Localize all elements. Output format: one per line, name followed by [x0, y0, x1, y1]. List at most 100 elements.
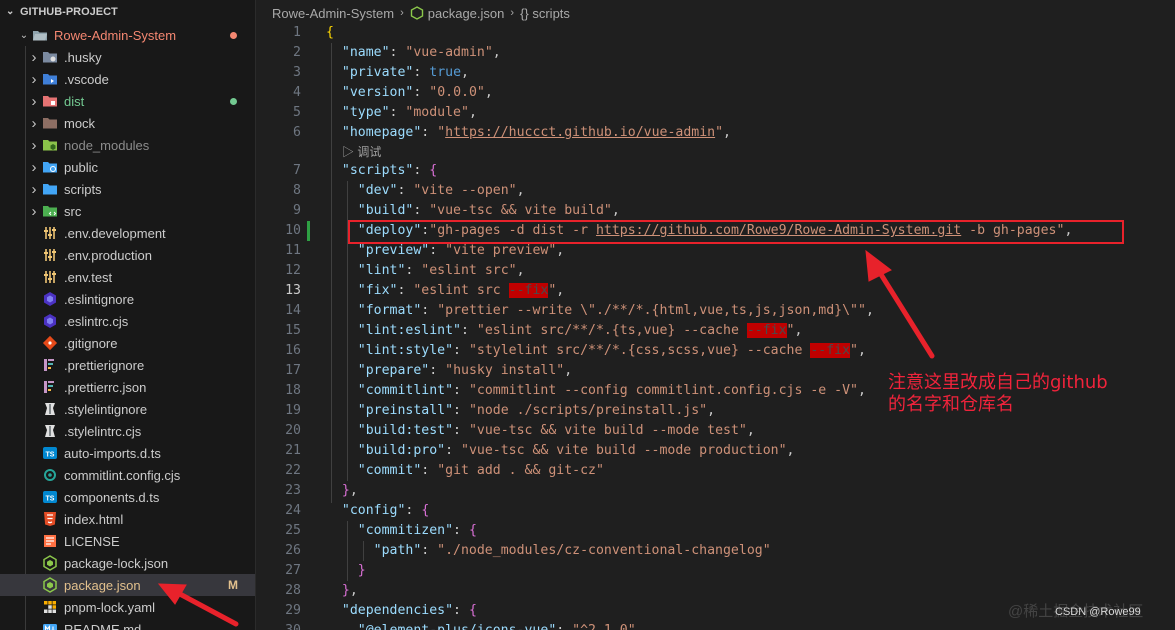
- public-folder-icon: [42, 159, 58, 175]
- tree-item-label: Rowe-Admin-System: [54, 27, 177, 43]
- line-number: 22: [285, 463, 301, 478]
- pnpm-icon: [42, 599, 58, 615]
- typescript-def-icon: TS: [42, 489, 58, 505]
- code-line[interactable]: 15 "lint:eslint": "eslint src/**/*.{ts,v…: [256, 321, 1175, 341]
- tree-item-file[interactable]: .env.development: [0, 222, 255, 244]
- code-editor[interactable]: 1{2 "name": "vue-admin", 3 "private": tru…: [256, 0, 1175, 630]
- code-line[interactable]: 9 "build": "vue-tsc && vite build",: [256, 201, 1175, 221]
- code-line[interactable]: 20 "build:test": "vue-tsc && vite build …: [256, 421, 1175, 441]
- line-number: 10: [285, 223, 301, 238]
- explorer-section-title: GITHUB-PROJECT: [20, 6, 118, 18]
- code-line[interactable]: 14 "format": "prettier --write \"./**/*.…: [256, 301, 1175, 321]
- tree-item-file[interactable]: README.md: [0, 618, 255, 630]
- code-line[interactable]: 6 "homepage": "https://huccct.github.io/…: [256, 123, 1175, 143]
- code-line[interactable]: 26 "path": "./node_modules/cz-convention…: [256, 541, 1175, 561]
- code-line[interactable]: 1{: [256, 23, 1175, 43]
- vscode-folder-icon: [42, 71, 58, 87]
- code-line[interactable]: 24 "config": {: [256, 501, 1175, 521]
- line-number: 28: [285, 583, 301, 598]
- tree-item-folder[interactable]: › public: [0, 156, 255, 178]
- file-tree: ⌄ Rowe-Admin-System › .husky › .vscode › dist › m…: [0, 24, 255, 630]
- line-number: 23: [285, 483, 301, 498]
- folder-open-icon: [32, 27, 48, 43]
- tree-item-label: pnpm-lock.yaml: [64, 599, 156, 615]
- tree-item-file[interactable]: TS components.d.ts: [0, 486, 255, 508]
- tree-item-folder[interactable]: › scripts: [0, 178, 255, 200]
- tree-item-file[interactable]: .prettierrc.json: [0, 376, 255, 398]
- tree-item-folder[interactable]: › dist: [0, 90, 255, 112]
- chevron-right-icon: ›: [31, 70, 37, 88]
- indent-guide: [363, 541, 364, 561]
- tree-item-label: index.html: [64, 511, 124, 527]
- code-line[interactable]: 2 "name": "vue-admin",: [256, 43, 1175, 63]
- code-line[interactable]: 22 "commit": "git add . && git-cz": [256, 461, 1175, 481]
- tree-item-folder[interactable]: › src: [0, 200, 255, 222]
- code-text: "build:pro": "vue-tsc && vite build --mo…: [357, 443, 795, 458]
- code-text: "version": "0.0.0",: [341, 85, 493, 100]
- code-text: "@element-plus/icons-vue": "^2.1.0",: [326, 621, 644, 630]
- codelens-debug[interactable]: ▷ 调试: [256, 143, 1175, 161]
- tree-item-label: .env.test: [64, 269, 113, 285]
- tree-item-label: .prettierignore: [64, 357, 145, 373]
- tree-item-folder[interactable]: › node_modules: [0, 134, 255, 156]
- annotation-note: 注意这里改成自己的github 的名字和仓库名: [888, 372, 1158, 416]
- stylelint-icon: [42, 423, 58, 439]
- chevron-down-icon: ⌄: [19, 29, 29, 41]
- env-icon: [42, 269, 58, 285]
- tree-item-file[interactable]: .env.production: [0, 244, 255, 266]
- tree-item-file[interactable]: .eslintrc.cjs: [0, 310, 255, 332]
- src-folder-icon: [42, 203, 58, 219]
- tree-item-folder[interactable]: › mock: [0, 112, 255, 134]
- tree-item-file[interactable]: .stylelintignore: [0, 398, 255, 420]
- code-line[interactable]: 21 "build:pro": "vue-tsc && vite build -…: [256, 441, 1175, 461]
- dist-folder-icon: [42, 93, 58, 109]
- chevron-right-icon: ›: [31, 180, 37, 198]
- code-line[interactable]: 5 "type": "module",: [256, 103, 1175, 123]
- svg-text:TS: TS: [46, 452, 55, 459]
- code-text: "preview": "vite preview",: [357, 243, 565, 258]
- code-line[interactable]: 25 "commitizen": {: [256, 521, 1175, 541]
- mock-folder-icon: [42, 115, 58, 131]
- tree-item-root-folder[interactable]: ⌄ Rowe-Admin-System: [0, 24, 255, 46]
- code-line[interactable]: 12 "lint": "eslint src",: [256, 261, 1175, 281]
- code-text: },: [341, 583, 358, 598]
- line-number: 30: [256, 621, 301, 630]
- code-line[interactable]: 4 "version": "0.0.0",: [256, 83, 1175, 103]
- code-line[interactable]: 16 "lint:style": "stylelint src/**/*.{cs…: [256, 341, 1175, 361]
- code-text: "lint:eslint": "eslint src/**/*.{ts,vue}…: [357, 323, 803, 338]
- code-line[interactable]: 30 "@element-plus/icons-vue": "^2.1.0",: [256, 621, 1175, 630]
- code-line[interactable]: 8 "dev": "vite --open",: [256, 181, 1175, 201]
- tree-item-file[interactable]: package.json M: [0, 574, 255, 596]
- code-line[interactable]: 3 "private": true,: [256, 63, 1175, 83]
- tree-item-file[interactable]: .prettierignore: [0, 354, 255, 376]
- tree-item-file[interactable]: pnpm-lock.yaml: [0, 596, 255, 618]
- tree-item-file[interactable]: package-lock.json: [0, 552, 255, 574]
- tree-item-file[interactable]: .env.test: [0, 266, 255, 288]
- prettier-icon: [42, 357, 58, 373]
- chevron-right-icon: ›: [31, 48, 37, 66]
- tree-item-file[interactable]: index.html: [0, 508, 255, 530]
- tree-item-file[interactable]: .eslintignore: [0, 288, 255, 310]
- tree-item-folder[interactable]: › .husky: [0, 46, 255, 68]
- code-text: "format": "prettier --write \"./**/*.{ht…: [357, 303, 874, 318]
- code-line[interactable]: 28 },: [256, 581, 1175, 601]
- code-text: "prepare": "husky install",: [357, 363, 573, 378]
- tree-item-file[interactable]: LICENSE: [0, 530, 255, 552]
- prettier-icon: [42, 379, 58, 395]
- tree-item-file[interactable]: .gitignore: [0, 332, 255, 354]
- tree-item-file[interactable]: .stylelintrc.cjs: [0, 420, 255, 442]
- code-line[interactable]: 11 "preview": "vite preview",: [256, 241, 1175, 261]
- tree-item-folder[interactable]: › .vscode: [0, 68, 255, 90]
- code-line[interactable]: 27 }: [256, 561, 1175, 581]
- code-line[interactable]: 7 "scripts": {: [256, 161, 1175, 181]
- line-number: 25: [285, 523, 301, 538]
- code-line[interactable]: 23 },: [256, 481, 1175, 501]
- git-icon: [42, 335, 58, 351]
- html-icon: [42, 511, 58, 527]
- code-line[interactable]: 13 "fix": "eslint src --fix",: [256, 281, 1175, 301]
- tree-item-label: package.json: [64, 577, 141, 593]
- nodejs-icon: [42, 555, 58, 571]
- tree-item-file[interactable]: TS auto-imports.d.ts: [0, 442, 255, 464]
- tree-item-file[interactable]: commitlint.config.cjs: [0, 464, 255, 486]
- explorer-section-header[interactable]: ⌄ GITHUB-PROJECT: [0, 0, 255, 24]
